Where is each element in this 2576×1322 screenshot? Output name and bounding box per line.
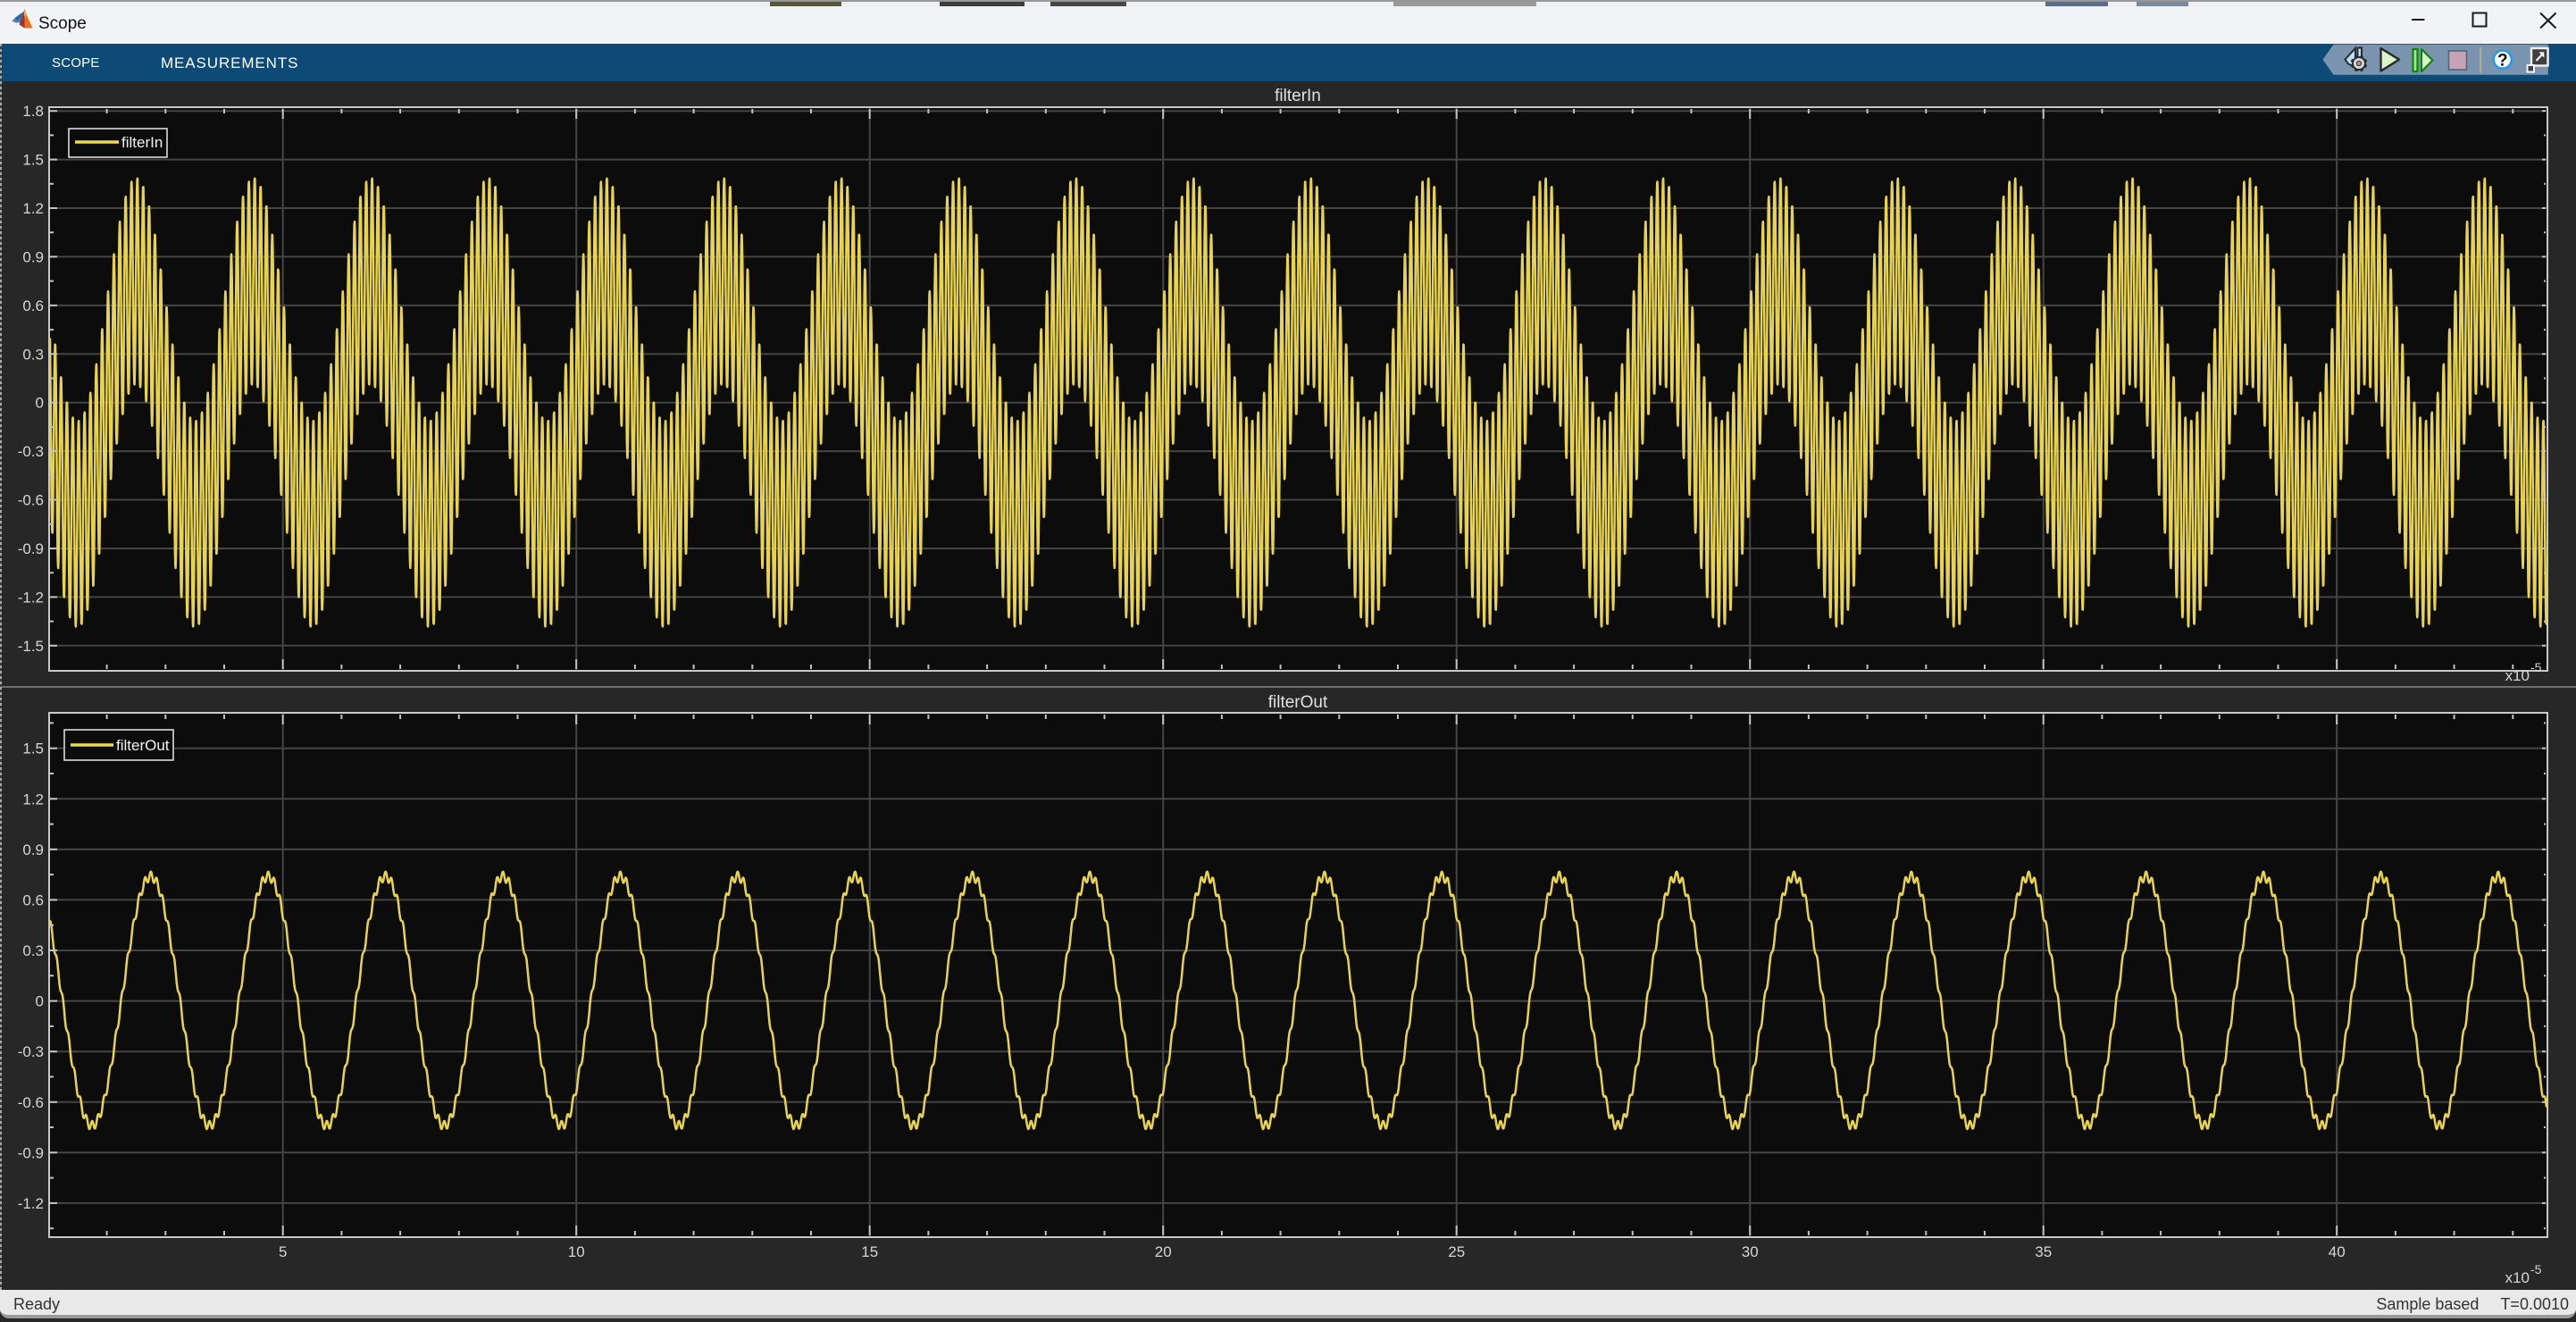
svg-text:filterIn: filterIn [121,134,163,151]
svg-text:-1.2: -1.2 [18,1195,44,1212]
svg-text:-0.9: -0.9 [18,1144,44,1161]
svg-text:1.2: 1.2 [22,200,44,217]
svg-text:0.9: 0.9 [22,248,44,265]
svg-text:30: 30 [1742,1243,1759,1260]
svg-text:35: 35 [2035,1243,2052,1260]
svg-text:x10: x10 [2505,667,2530,684]
svg-text:-5: -5 [2530,1262,2542,1276]
svg-text:25: 25 [1448,1243,1465,1260]
svg-text:0.9: 0.9 [22,841,44,858]
svg-text:1.5: 1.5 [22,152,44,169]
svg-text:0.6: 0.6 [22,297,44,314]
svg-text:x10: x10 [2505,1269,2530,1286]
svg-text:1.8: 1.8 [22,103,44,120]
svg-text:20: 20 [1155,1243,1172,1260]
svg-text:0.3: 0.3 [22,346,44,363]
svg-text:5: 5 [279,1243,287,1260]
svg-text:0: 0 [36,993,44,1010]
svg-text:0.3: 0.3 [22,942,44,959]
svg-text:10: 10 [568,1243,585,1260]
svg-text:-0.6: -0.6 [18,492,44,509]
svg-text:1.2: 1.2 [22,791,44,807]
svg-text:filterOut: filterOut [116,737,170,754]
svg-text:filterIn: filterIn [1275,87,1321,105]
svg-text:?: ? [2497,51,2508,70]
svg-text:-5: -5 [2530,660,2542,674]
svg-text:-0.3: -0.3 [18,443,44,460]
svg-text:40: 40 [2329,1243,2346,1260]
svg-text:-0.6: -0.6 [18,1094,44,1111]
svg-text:1.5: 1.5 [22,740,44,757]
svg-text:0: 0 [36,395,44,412]
svg-text:0.6: 0.6 [22,891,44,908]
svg-text:-1.2: -1.2 [18,589,44,606]
svg-text:filterOut: filterOut [1268,693,1328,712]
svg-text:15: 15 [861,1243,878,1260]
svg-text:-0.3: -0.3 [18,1043,44,1060]
svg-text:-1.5: -1.5 [18,638,44,655]
svg-text:-0.9: -0.9 [18,540,44,557]
